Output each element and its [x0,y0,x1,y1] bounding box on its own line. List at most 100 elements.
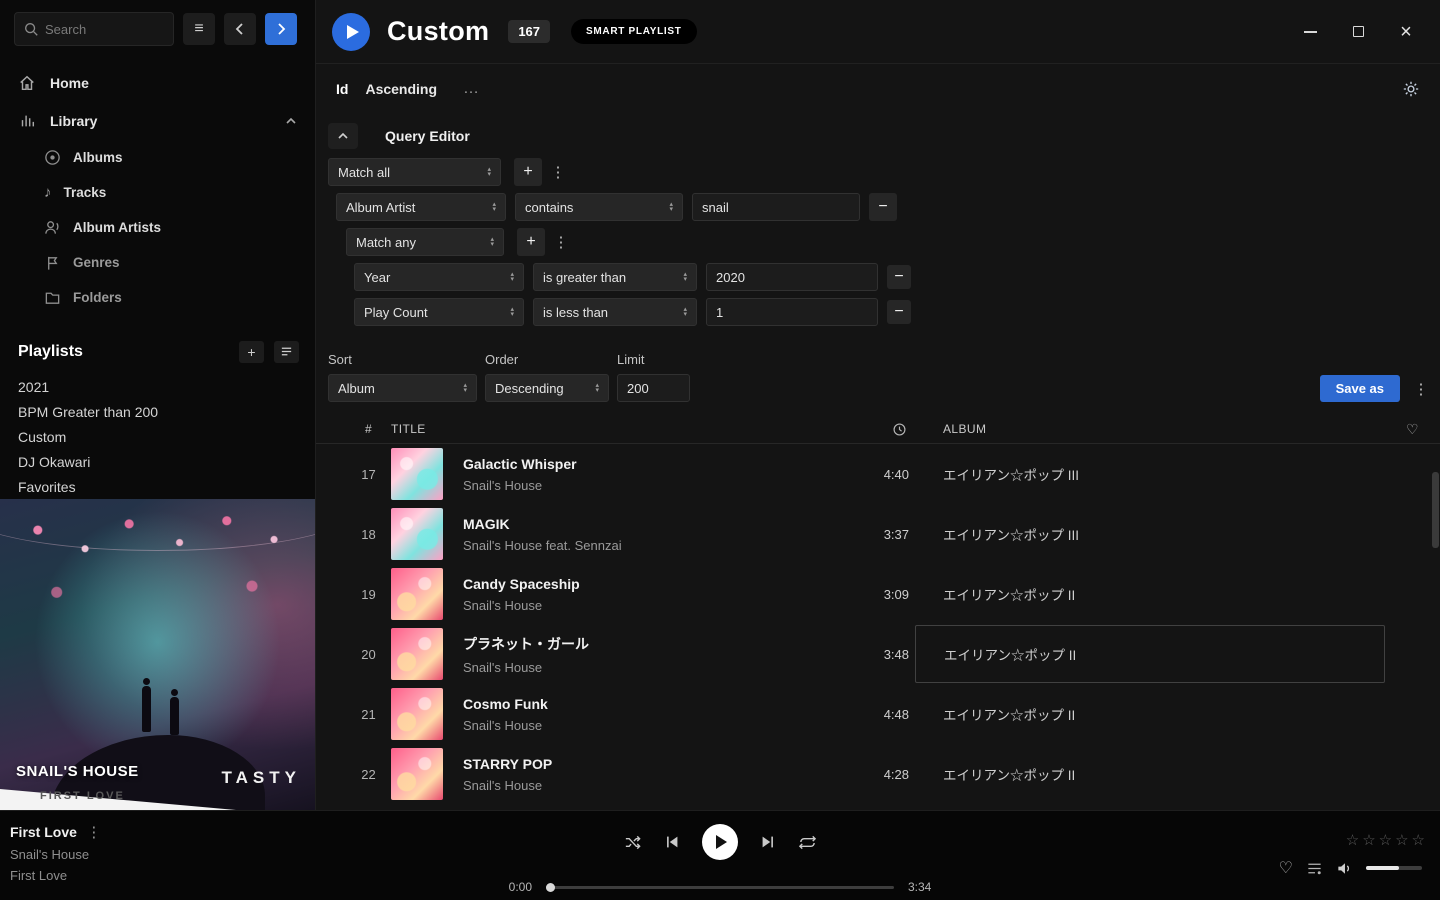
search-box[interactable] [14,12,174,46]
playlist-item[interactable]: Custom [0,424,315,449]
now-playing-album[interactable]: First Love [10,868,101,883]
star-icon[interactable]: ☆ [1379,831,1392,849]
table-row[interactable]: 17 Galactic Whisper Snail's House 4:40 エ… [316,444,1440,504]
volume-slider[interactable] [1366,866,1422,870]
star-icon[interactable]: ☆ [1395,831,1408,849]
remove-rule-button[interactable]: − [887,265,911,289]
playlist-item[interactable]: BPM Greater than 200 [0,399,315,424]
chevron-up-icon [337,130,349,142]
save-as-button[interactable]: Save as [1320,375,1400,402]
next-track-icon[interactable] [759,833,777,851]
order-select[interactable]: Descending ▴▾ [485,374,609,402]
search-input[interactable] [45,22,155,37]
play-pause-button[interactable] [702,824,738,860]
nav-forward-button[interactable] [265,13,297,45]
now-playing-title[interactable]: First Love [10,824,77,840]
match-mode-select[interactable]: Match any ▴▾ [346,228,504,256]
table-row[interactable]: 18 MAGIK Snail's House feat. Sennzai 3:3… [316,504,1440,564]
star-icon[interactable]: ☆ [1362,831,1375,849]
now-playing-artwork[interactable]: SNAIL'S HOUSE FIRST LOVE TASTY [0,499,315,810]
sort-field[interactable]: Id [336,81,348,97]
sort-select[interactable]: Album ▴▾ [328,374,477,402]
table-row[interactable]: 22 STARRY POP Snail's House 4:28 エイリアン☆ポ… [316,744,1440,804]
select-arrows-icon: ▴▾ [502,307,514,317]
sidebar-item-genres[interactable]: Genres [0,245,315,280]
favorite-column-heart-icon[interactable]: ♡ [1385,421,1440,438]
queue-icon[interactable] [1306,860,1323,877]
now-playing-kebab-icon[interactable]: ⋮ [87,823,101,841]
playlist-item[interactable]: 2021 [0,374,315,399]
star-icon[interactable]: ☆ [1412,831,1425,849]
track-album-focused[interactable]: エイリアン☆ポップ II [915,625,1385,683]
column-header-album[interactable]: ALBUM [915,422,1385,436]
track-album[interactable]: エイリアン☆ポップ II [915,564,1385,624]
sidebar-item-folders[interactable]: Folders [0,280,315,315]
group-options-kebab-icon[interactable]: ⋮ [554,233,568,251]
sidebar-item-home[interactable]: Home [0,64,315,102]
sidebar-item-library[interactable]: Library [0,102,315,140]
rule-operator-select[interactable]: is less than ▴▾ [533,298,697,326]
track-album[interactable]: エイリアン☆ポップ III [915,504,1385,564]
rule-value-input[interactable] [692,193,860,221]
now-playing-artist[interactable]: Snail's House [10,847,101,862]
playlist-list-button[interactable] [274,341,299,363]
rule-value-input[interactable] [706,298,878,326]
track-title: Candy Spaceship [463,576,845,592]
star-icon[interactable]: ☆ [1346,831,1359,849]
album-name: エイリアン☆ポップ II [944,644,1076,664]
sidebar-item-albums[interactable]: Albums [0,140,315,175]
select-arrows-icon: ▴▾ [675,272,687,282]
column-header-title[interactable]: TITLE [391,422,845,436]
menu-button[interactable]: ≡ [183,13,215,45]
track-album[interactable]: エイリアン☆ポップ III [915,444,1385,504]
shuffle-icon[interactable] [623,833,642,852]
select-arrows-icon: ▴▾ [587,383,599,393]
nav-back-button[interactable] [224,13,256,45]
player-right-controls: ♡ [1279,858,1422,878]
collapse-query-editor-button[interactable] [328,123,358,149]
minimize-button[interactable] [1300,22,1320,42]
limit-input[interactable] [617,374,690,402]
rule-value-input[interactable] [706,263,878,291]
duration-clock-icon[interactable] [845,422,915,437]
settings-gear-icon[interactable] [1402,80,1420,98]
table-row[interactable]: 20 プラネット・ガール Snail's House 3:48 エイリアン☆ポッ… [316,624,1440,684]
save-options-kebab-icon[interactable]: ⋮ [1414,380,1428,398]
rule-field-select[interactable]: Album Artist ▴▾ [336,193,506,221]
sort-direction[interactable]: Ascending [365,81,437,97]
remove-rule-button[interactable]: − [887,300,911,324]
playlist-item[interactable]: DJ Okawari [0,449,315,474]
maximize-button[interactable] [1348,22,1368,42]
favorite-heart-icon[interactable]: ♡ [1279,858,1293,878]
track-album[interactable]: エイリアン☆ポップ II [915,684,1385,744]
sidebar-item-label: Albums [73,150,123,165]
remove-rule-button[interactable]: − [869,193,897,221]
sidebar-nav: Home Library Albums [0,56,315,315]
sidebar-item-album-artists[interactable]: Album Artists [0,210,315,245]
column-header-index[interactable]: # [346,422,391,436]
add-rule-button[interactable]: + [517,228,545,256]
add-playlist-button[interactable]: + [239,341,264,363]
rule-field-select[interactable]: Year ▴▾ [354,263,524,291]
rule-operator-select[interactable]: contains ▴▾ [515,193,683,221]
scrollbar-thumb[interactable] [1432,472,1439,548]
chevron-up-icon[interactable] [285,115,297,127]
seek-bar[interactable] [546,886,894,889]
table-row[interactable]: 21 Cosmo Funk Snail's House 4:48 エイリアン☆ポ… [316,684,1440,744]
playlist-item[interactable]: Favorites [0,474,315,499]
close-button[interactable]: × [1396,22,1416,42]
track-album[interactable]: エイリアン☆ポップ II [915,744,1385,804]
repeat-icon[interactable] [798,833,817,852]
group-options-kebab-icon[interactable]: ⋮ [551,163,565,181]
sidebar-item-tracks[interactable]: ♪ Tracks [0,175,315,210]
seek-knob[interactable] [546,883,555,892]
play-playlist-button[interactable] [332,13,370,51]
match-mode-select[interactable]: Match all ▴▾ [328,158,501,186]
volume-icon[interactable] [1336,860,1353,877]
rule-operator-select[interactable]: is greater than ▴▾ [533,263,697,291]
previous-track-icon[interactable] [663,833,681,851]
rule-field-select[interactable]: Play Count ▴▾ [354,298,524,326]
table-row[interactable]: 19 Candy Spaceship Snail's House 3:09 エイ… [316,564,1440,624]
more-options-icon[interactable]: … [463,80,481,98]
add-rule-button[interactable]: + [514,158,542,186]
